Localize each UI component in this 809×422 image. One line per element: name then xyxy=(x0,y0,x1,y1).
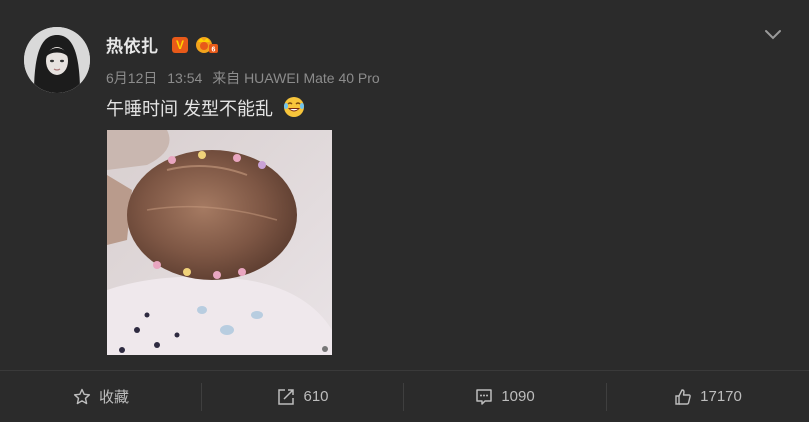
post-actions-bar: 收藏 610 1090 17170 xyxy=(0,370,809,422)
repost-button[interactable]: 610 xyxy=(202,371,404,422)
post-source: 来自 HUAWEI Mate 40 Pro xyxy=(212,70,380,86)
repost-count: 610 xyxy=(303,388,329,405)
comment-button[interactable]: 1090 xyxy=(404,371,606,422)
author-avatar[interactable] xyxy=(24,27,90,93)
like-button[interactable]: 17170 xyxy=(607,371,809,422)
favorite-label: 收藏 xyxy=(98,389,129,406)
member-medal-icon[interactable]: 6 xyxy=(194,34,218,56)
comment-count: 1090 xyxy=(501,388,535,405)
favorite-button[interactable]: 收藏 xyxy=(0,371,202,422)
laughing-tears-icon xyxy=(283,96,305,118)
more-options-chevron-icon[interactable] xyxy=(762,25,784,43)
star-icon xyxy=(73,388,91,404)
post-time[interactable]: 13:54 xyxy=(167,70,202,86)
like-count: 17170 xyxy=(700,388,742,405)
comment-icon xyxy=(476,388,493,405)
repost-icon xyxy=(278,388,295,405)
verified-badge-icon: V xyxy=(172,37,188,53)
author-name[interactable]: 热依扎 xyxy=(106,32,159,57)
post-meta: 6月12日 13:54 来自 HUAWEI Mate 40 Pro xyxy=(106,68,380,88)
weibo-post-card: 热依扎 V 6 6月12日 13:54 来自 HUAWEI Mate 40 Pr… xyxy=(0,0,809,421)
post-text: 午睡时间 发型不能乱 xyxy=(106,99,274,119)
post-photo[interactable] xyxy=(107,130,332,355)
thumbs-up-icon xyxy=(675,388,691,405)
svg-text:6: 6 xyxy=(212,47,216,54)
post-date[interactable]: 6月12日 xyxy=(106,70,157,86)
